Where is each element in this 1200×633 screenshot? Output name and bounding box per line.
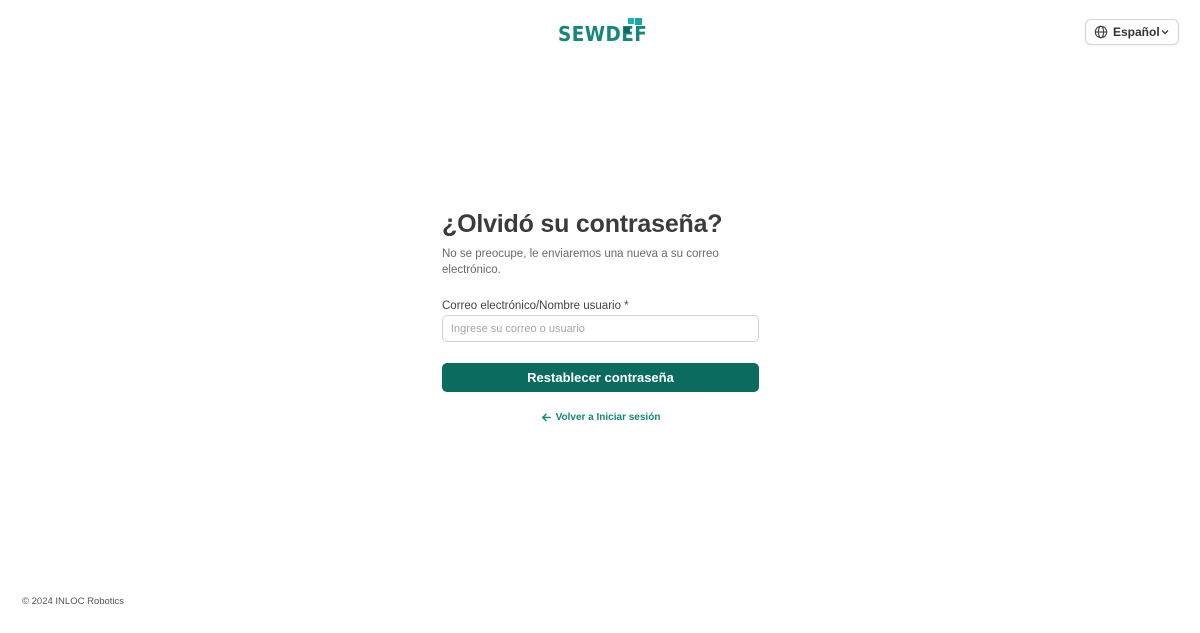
forgot-password-form: ¿Olvidó su contraseña? No se preocupe, l… (442, 208, 759, 423)
page-subtitle: No se preocupe, le enviaremos una nueva … (442, 248, 719, 276)
arrow-left-icon (541, 412, 552, 423)
footer-copyright: © 2024 INLOC Robotics (22, 596, 125, 607)
back-to-login-link[interactable]: Volver a Iniciar sesión (442, 412, 759, 423)
logo-mark-icon (622, 18, 642, 42)
forgot-password-page: SEWDEF Español ¿Olvidó su contraseña? No… (0, 0, 1200, 633)
language-label: Español (1113, 25, 1160, 39)
page-title: ¿Olvidó su contraseña? (442, 210, 723, 238)
globe-icon (1094, 25, 1108, 39)
logo: SEWDEF (558, 18, 655, 48)
reset-password-button[interactable]: Restablecer contraseña (442, 363, 759, 392)
language-selector[interactable]: Español (1085, 19, 1179, 45)
back-to-login-label: Volver a Iniciar sesión (555, 412, 661, 423)
chevron-down-icon (1160, 27, 1170, 37)
email-username-input[interactable] (442, 315, 759, 342)
email-username-label: Correo electrónico/Nombre usuario * (442, 300, 629, 312)
